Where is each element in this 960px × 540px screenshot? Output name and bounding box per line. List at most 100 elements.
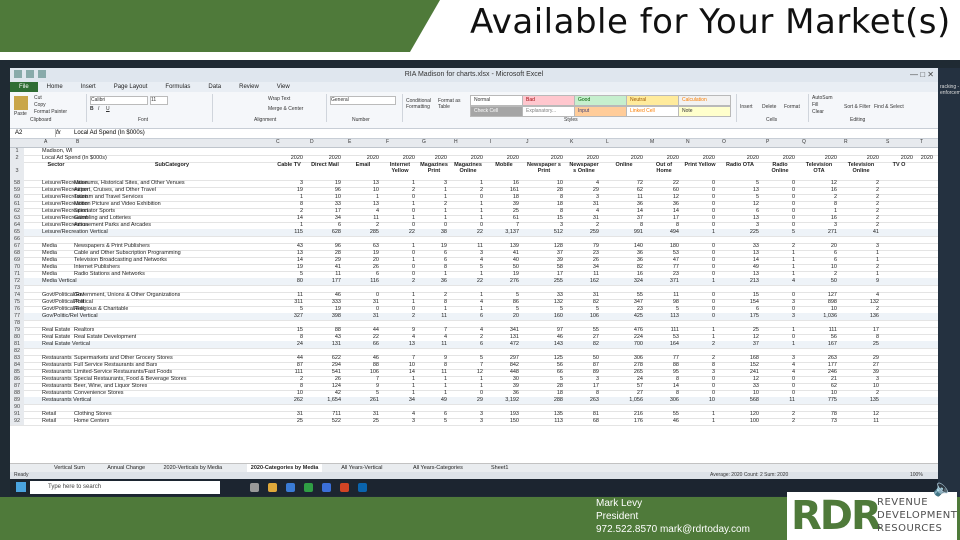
table-cell[interactable]: 0	[452, 390, 483, 397]
table-cell[interactable]: 1	[420, 194, 447, 201]
table-cell[interactable]: 77	[648, 355, 679, 362]
table-cell[interactable]: 991	[604, 229, 643, 236]
table-cell[interactable]: 13	[720, 187, 759, 194]
table-cell[interactable]: 271	[800, 229, 837, 236]
tab-view[interactable]: View	[268, 82, 299, 92]
table-cell[interactable]: 25	[720, 327, 759, 334]
table-cell[interactable]: 1	[800, 208, 837, 215]
column-header-o[interactable]: O	[722, 139, 726, 145]
table-cell[interactable]: 3	[524, 222, 563, 229]
table-cell[interactable]: 53	[648, 250, 679, 257]
table-cell[interactable]: 49	[720, 264, 759, 271]
table-cell[interactable]: 4	[764, 278, 795, 285]
format-as-table-button[interactable]: Format as Table	[438, 98, 466, 110]
row-number[interactable]: 73	[10, 285, 24, 292]
column-header-g[interactable]: G	[422, 139, 426, 145]
table-cell[interactable]: 6	[308, 222, 341, 229]
table-cell[interactable]: 37	[720, 341, 759, 348]
row-number[interactable]: 3	[10, 162, 24, 180]
table-cell[interactable]: 16	[488, 180, 519, 187]
table-cell[interactable]: 2020	[764, 155, 795, 162]
table-cell[interactable]: 39	[524, 257, 563, 264]
table-cell[interactable]: 11	[346, 215, 379, 222]
table-cell[interactable]: 43	[308, 334, 341, 341]
table-cell[interactable]: 2	[568, 222, 599, 229]
table-cell[interactable]: 135	[524, 411, 563, 418]
table-cell[interactable]: 8	[568, 390, 599, 397]
autosum-button[interactable]: AutoSum	[812, 95, 833, 101]
table-cell[interactable]: 88	[648, 362, 679, 369]
table-cell[interactable]: 164	[648, 341, 679, 348]
table-cell[interactable]: 1	[764, 257, 795, 264]
table-cell[interactable]: 1	[384, 215, 415, 222]
column-header-r[interactable]: R	[844, 139, 848, 145]
table-cell[interactable]: 0	[384, 194, 415, 201]
table-cell[interactable]: 22	[452, 278, 483, 285]
table-cell[interactable]: 4	[568, 208, 599, 215]
table-cell[interactable]: 55	[604, 292, 643, 299]
row-number[interactable]: 74	[10, 292, 24, 299]
table-cell[interactable]: 1	[274, 222, 303, 229]
table-cell[interactable]: 13	[720, 215, 759, 222]
column-header-m[interactable]: M	[650, 139, 654, 145]
table-cell[interactable]: 33	[720, 243, 759, 250]
table-cell[interactable]: 8	[648, 222, 679, 229]
table-cell[interactable]: 278	[604, 362, 643, 369]
table-cell[interactable]: 154	[720, 299, 759, 306]
table-cell[interactable]: 2	[842, 264, 879, 271]
table-cell[interactable]: 5	[274, 306, 303, 313]
table-cell[interactable]: 132	[524, 299, 563, 306]
table-cell[interactable]: 1,654	[308, 397, 341, 404]
table-cell[interactable]: 4	[452, 299, 483, 306]
table-cell[interactable]: 3	[764, 313, 795, 320]
table-cell[interactable]: 0	[684, 264, 715, 271]
table-cell[interactable]: 50	[568, 355, 599, 362]
table-cell[interactable]: 17	[842, 327, 879, 334]
table-cell[interactable]: 2020	[568, 155, 599, 162]
table-cell[interactable]: 10	[346, 187, 379, 194]
table-cell[interactable]: 12	[452, 369, 483, 376]
table-cell[interactable]: 1	[420, 271, 447, 278]
table-cell[interactable]: 0	[764, 292, 795, 299]
table-cell[interactable]: 20	[346, 257, 379, 264]
table-cell[interactable]: 120	[720, 411, 759, 418]
table-cell[interactable]: 2020	[842, 155, 879, 162]
column-header-k[interactable]: K	[570, 139, 573, 145]
table-cell[interactable]: 2	[274, 208, 303, 215]
table-cell[interactable]: 8	[524, 194, 563, 201]
table-cell[interactable]: 2	[684, 341, 715, 348]
table-cell[interactable]: 21	[800, 376, 837, 383]
table-cell[interactable]: 1	[346, 194, 379, 201]
table-cell[interactable]: 8	[274, 201, 303, 208]
font-size-select[interactable]: 11	[150, 96, 168, 105]
table-cell[interactable]: 12	[720, 334, 759, 341]
table-cell[interactable]: 50	[800, 278, 837, 285]
table-cell[interactable]: 95	[648, 369, 679, 376]
table-cell[interactable]: 23	[648, 271, 679, 278]
table-cell[interactable]: 2020	[452, 155, 483, 162]
table-cell[interactable]: 0	[684, 187, 715, 194]
format-cells-button[interactable]: Format	[784, 104, 800, 110]
table-cell[interactable]: 1	[452, 292, 483, 299]
column-header-q[interactable]: Q	[802, 139, 806, 145]
table-cell[interactable]: 10	[842, 383, 879, 390]
formula-input[interactable]: Local Ad Spend (In $000s)	[70, 129, 145, 138]
zoom-level[interactable]: 100%	[910, 472, 923, 479]
table-cell[interactable]: 2	[842, 194, 879, 201]
row-number[interactable]: 67	[10, 243, 24, 250]
table-cell[interactable]: Tourism and Travel Services	[74, 194, 143, 201]
table-cell[interactable]: 8	[684, 362, 715, 369]
table-cell[interactable]: 12	[648, 194, 679, 201]
table-cell[interactable]: 216	[604, 411, 643, 418]
table-cell[interactable]: Retail	[42, 418, 56, 425]
table-cell[interactable]: 46	[308, 292, 341, 299]
table-cell[interactable]: 41	[488, 250, 519, 257]
row-number[interactable]: 60	[10, 194, 24, 201]
table-cell[interactable]: 111	[274, 369, 303, 376]
table-cell[interactable]: 0	[764, 306, 795, 313]
table-cell[interactable]: 8	[420, 264, 447, 271]
table-cell[interactable]: 11	[308, 271, 341, 278]
table-cell[interactable]: 775	[800, 397, 837, 404]
table-cell[interactable]: 44	[346, 327, 379, 334]
table-cell[interactable]: 82	[568, 341, 599, 348]
